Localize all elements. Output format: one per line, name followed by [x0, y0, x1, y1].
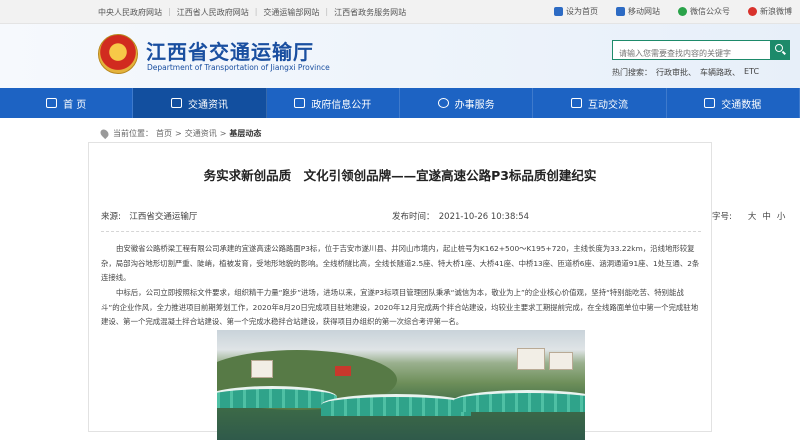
weibo-icon: [748, 7, 757, 16]
article-title: 务实求新创品质 文化引领创品牌——宜遂高速公路P3标品质创建纪实: [203, 168, 597, 183]
nav-gov-info-label: 政府信息公开: [311, 99, 372, 111]
photo-building: [549, 352, 573, 370]
wechat-label: 微信公众号: [690, 7, 730, 16]
breadcrumb-sep: >: [175, 129, 182, 138]
home-grid-icon: [46, 98, 58, 108]
font-size-medium-button[interactable]: 中: [762, 210, 771, 222]
top-link-gov-service[interactable]: 江西省政务服务网站: [328, 7, 412, 18]
chat-icon: [570, 98, 582, 108]
top-link-central-gov[interactable]: 中央人民政府网站: [92, 7, 168, 18]
wechat-icon: [678, 7, 687, 16]
hot-search: 热门搜索： 行政审批、 车辆路政、 ETC: [612, 67, 759, 78]
user-service-icon: [437, 98, 449, 108]
meta-divider: [101, 231, 701, 232]
breadcrumb: 当前位置： 首页 > 交通资讯 > 基层动态: [98, 127, 261, 140]
photo-shed-roof: [453, 390, 585, 412]
set-homepage-label: 设为首页: [566, 7, 598, 16]
mobile-icon: [616, 7, 625, 16]
location-pin-icon: [98, 127, 111, 140]
nav-services[interactable]: 办事服务: [400, 88, 534, 118]
top-link-mot[interactable]: 交通运输部网站: [257, 7, 325, 18]
font-size-large-button[interactable]: 大: [748, 210, 757, 222]
home-icon: [554, 7, 563, 16]
weibo-link[interactable]: 新浪微博: [748, 6, 792, 17]
mobile-site-link[interactable]: 移动网站: [616, 6, 660, 17]
weibo-label: 新浪微博: [760, 7, 792, 16]
mobile-site-label: 移动网站: [628, 7, 660, 16]
top-link-jiangxi-gov[interactable]: 江西省人民政府网站: [171, 7, 255, 18]
nav-interaction[interactable]: 互动交流: [533, 88, 667, 118]
nav-traffic-data[interactable]: 交通数据: [667, 88, 800, 118]
breadcrumb-sep: >: [219, 129, 227, 138]
article-photo: [217, 330, 585, 440]
site-subtitle: Department of Transportation of Jiangxi …: [147, 63, 330, 72]
article-time: 发布时间： 2021-10-26 10:38:54: [392, 212, 530, 222]
breadcrumb-home[interactable]: 首页: [156, 128, 172, 139]
nav-traffic-data-label: 交通数据: [721, 99, 762, 111]
photo-shed-roof: [321, 394, 471, 416]
nav-interaction-label: 互动交流: [587, 99, 628, 111]
nav-traffic-news[interactable]: 交通资讯: [133, 88, 267, 118]
article-paragraph: 由安徽省公路桥梁工程有限公司承建的宜遂高速公路路面P3标，位于吉安市遂川县、井冈…: [101, 244, 700, 282]
breadcrumb-current[interactable]: 基层动态: [229, 128, 261, 139]
national-emblem-logo: [98, 34, 138, 74]
font-size-small-button[interactable]: 小: [777, 210, 786, 222]
font-size-label: 字号:: [712, 212, 732, 222]
top-utility-bar: 中央人民政府网站 | 江西省人民政府网站 | 交通运输部网站 | 江西省政务服务网站 …: [0, 0, 800, 24]
news-icon: [170, 98, 182, 108]
nav-gov-info[interactable]: 政府信息公开: [267, 88, 400, 118]
nav-home[interactable]: 首 页: [0, 88, 134, 118]
data-icon: [704, 98, 716, 108]
font-size-controls: 字号: 大 中 小: [712, 210, 785, 222]
breadcrumb-prefix: 当前位置：: [113, 129, 153, 138]
article-panel: 务实求新创品质 文化引领创品牌——宜遂高速公路P3标品质创建纪实 来源: 江西省…: [88, 142, 712, 440]
hot-search-label: 热门搜索：: [612, 68, 652, 77]
top-right-links: 设为首页 移动网站 微信公众号 新浪微博: [554, 6, 792, 17]
nav-services-label: 办事服务: [454, 99, 495, 111]
hot-term-etc[interactable]: ETC: [744, 67, 759, 78]
photo-building: [251, 360, 273, 378]
breadcrumb-traffic-news[interactable]: 交通资讯: [185, 128, 217, 139]
photo-shed-roof: [217, 386, 337, 408]
search-button[interactable]: [770, 40, 790, 60]
wechat-link[interactable]: 微信公众号: [678, 6, 730, 17]
hot-term-vehicle-road[interactable]: 车辆路政、: [700, 67, 740, 78]
photo-building: [517, 348, 545, 370]
site-title[interactable]: 江西省交通运输厅: [146, 36, 314, 65]
photo-red-flag: [335, 366, 351, 376]
set-homepage-link[interactable]: 设为首页: [554, 6, 598, 17]
nav-traffic-news-label: 交通资讯: [187, 99, 228, 111]
article-source: 来源: 江西省交通运输厅: [101, 212, 198, 222]
site-header: 江西省交通运输厅 Department of Transportation of…: [0, 24, 800, 88]
hot-term-admin-approval[interactable]: 行政审批、: [656, 67, 696, 78]
building-icon: [294, 98, 306, 108]
nav-home-label: 首 页: [63, 99, 87, 111]
search-input[interactable]: [613, 44, 771, 63]
top-links: 中央人民政府网站 | 江西省人民政府网站 | 交通运输部网站 | 江西省政务服务网站: [92, 7, 412, 18]
article-paragraph: 中标后，公司立即按照标文件要求，组织精干力量“跑步”进场，进场以来，宜遂P3标项…: [101, 288, 699, 326]
search-icon-handle: [782, 50, 786, 55]
main-nav: 首 页 交通资讯 政府信息公开 办事服务 互动交流 交通数据: [0, 88, 800, 118]
search-box: [612, 40, 790, 63]
